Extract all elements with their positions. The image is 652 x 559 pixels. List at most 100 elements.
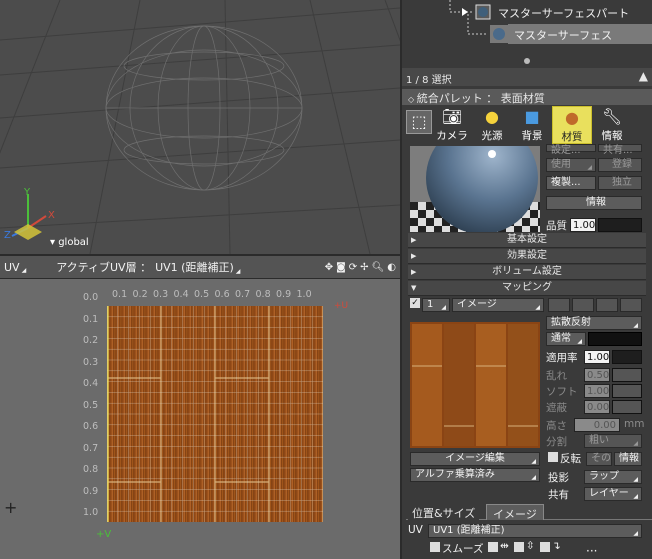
color-swatch[interactable] [588, 332, 642, 346]
tab-image[interactable]: イメージ [486, 504, 544, 521]
tab-light[interactable]: ● 光源 [472, 106, 512, 144]
register-button[interactable]: 登録 [598, 158, 642, 172]
divide-label: 分割 [546, 436, 567, 448]
flip-horizontal-icon: ⇹ [500, 540, 509, 552]
uv-layer-dropdown[interactable]: UV1 (距離補正) [428, 524, 642, 540]
divide-dropdown[interactable]: 粗い [584, 434, 642, 450]
section-volume[interactable]: ボリューム設定 [408, 265, 646, 280]
rotate-tool-icon[interactable]: ⟳ [349, 262, 357, 273]
section-effect[interactable]: 効果設定 [408, 249, 646, 264]
tab-position-size[interactable]: 位置&サイズ [408, 504, 480, 520]
quality-field[interactable]: 1.00 [570, 218, 596, 232]
disorder-field[interactable]: 0.50 [584, 368, 610, 382]
mapping-enabled-checkbox[interactable]: ✓ [410, 298, 420, 308]
uv-toolbar: ✥ ◙ ⟳ ✢ 🔍︎ ◐ [325, 262, 400, 273]
settings-button[interactable]: 設定... [546, 144, 596, 156]
share-label: 共有 [548, 489, 569, 501]
resize-handle-icon[interactable] [524, 58, 530, 64]
mapping-info-button[interactable]: 情報 [614, 452, 642, 466]
u-tick-label: 0.2 [132, 289, 148, 300]
sphere-wireframe [105, 25, 303, 191]
rotate-checkbox[interactable] [540, 542, 550, 552]
crosshair-icon: + [4, 498, 18, 517]
section-basic[interactable]: 基本設定 [408, 233, 646, 248]
tab-background[interactable]: ■ 背景 [512, 106, 552, 144]
scene-tree: マスターサーフェスパート マスターサーフェス [402, 0, 652, 66]
active-uv-layer-dropdown[interactable]: UV1 (距離補正) [151, 259, 244, 275]
share-dropdown[interactable]: レイヤー [584, 487, 642, 503]
rate-slider[interactable] [612, 350, 642, 364]
blend-mode-dropdown[interactable]: 通常 [546, 332, 586, 348]
info-button[interactable]: 情報 [546, 196, 642, 210]
rate-field[interactable]: 1.00 [584, 350, 610, 364]
flip-checkbox[interactable] [548, 452, 558, 462]
soft-field[interactable]: 1.00 [584, 384, 610, 398]
uv-menu[interactable]: UV [0, 261, 30, 274]
uv-label: UV [408, 524, 423, 536]
flip-vertical-icon: ⇳ [526, 540, 535, 552]
zoom-tool-icon[interactable]: 🔍︎ [372, 262, 385, 273]
cursor-icon: ⬚ [406, 110, 432, 134]
mapping-delete-button[interactable] [620, 298, 642, 312]
selection-count: 1 / 8 選択 [406, 75, 452, 86]
mapping-subtabs: 位置&サイズ イメージ [406, 504, 652, 521]
move-tool-icon[interactable]: ✥ [325, 262, 333, 273]
mapping-layer-dropdown[interactable]: 1 [422, 298, 450, 314]
pan-tool-icon[interactable]: ✢ [360, 262, 368, 273]
display-toggle-icon[interactable]: ◐ [387, 262, 396, 273]
smooth-label: スムーズ [442, 543, 484, 555]
edit-image-button[interactable]: イメージ編集 [410, 452, 540, 468]
tree-item-master-surface[interactable]: マスターサーフェス [508, 24, 652, 44]
alpha-mode-dropdown[interactable]: アルファ乗算済み [410, 468, 540, 484]
share-button[interactable]: 共有... [598, 144, 642, 156]
shield-label: 遮蔽 [546, 402, 567, 414]
light-icon: ● [485, 107, 499, 126]
tab-select[interactable]: ⬚ [406, 106, 432, 144]
active-uv-layer-label: アクティブUV層 ： [56, 261, 152, 274]
soft-label: ソフト [546, 386, 578, 398]
u-direction-label: +U [334, 301, 349, 311]
mapping-copy-button[interactable] [596, 298, 618, 312]
more-options-icon[interactable]: ··· [586, 544, 597, 558]
v-tick-label: 0.8 [83, 464, 99, 475]
section-mapping[interactable]: マッピング [408, 281, 646, 296]
projection-dropdown[interactable]: ラップ [584, 470, 642, 486]
v-tick-label: 0.2 [83, 335, 99, 346]
diamond-icon: ◇ [408, 95, 417, 104]
coordinate-mode-dropdown[interactable]: ▾ global [50, 237, 89, 248]
use-dropdown[interactable]: 使用 [546, 158, 596, 174]
mapping-up-button[interactable] [548, 298, 570, 312]
flip-option-button[interactable]: その [586, 452, 612, 466]
tree-item-surface-part[interactable]: マスターサーフェスパート [498, 5, 629, 21]
collapse-arrow-icon[interactable]: ▲ [639, 69, 648, 83]
quality-label: 品質 [546, 220, 567, 232]
smooth-checkbox[interactable] [430, 542, 440, 552]
shield-slider[interactable] [612, 400, 642, 414]
duplicate-button[interactable]: 複製... [546, 176, 596, 190]
mapping-down-button[interactable] [572, 298, 594, 312]
quality-slider[interactable] [598, 218, 642, 232]
mapping-channel-dropdown[interactable]: 拡散反射 [546, 316, 642, 332]
tab-material[interactable]: ● 材質 [552, 106, 592, 144]
disorder-slider[interactable] [612, 368, 642, 382]
flip-vertical-checkbox[interactable] [514, 542, 524, 552]
u-tick-label: 0.3 [153, 289, 169, 300]
soft-slider[interactable] [612, 384, 642, 398]
v-tick-label: 0.1 [83, 313, 99, 325]
v-tick-label: 1.0 [83, 507, 99, 518]
flip-horizontal-checkbox[interactable] [488, 542, 498, 552]
shield-field[interactable]: 0.00 [584, 400, 610, 414]
coordinate-mode-label: global [58, 237, 89, 248]
uv-editor[interactable]: 0.1 0.2 0.3 0.4 0.5 0.6 0.7 0.8 0.9 1.0 0.0 0.1 0.2… [0, 279, 400, 559]
height-field[interactable]: 0.00 [574, 418, 620, 432]
axis-z-label: Z [4, 230, 11, 241]
axis-x-label: X [48, 210, 55, 221]
tab-info[interactable]: 🔧︎ 情報 [592, 106, 632, 144]
independent-button[interactable]: 独立 [598, 176, 642, 190]
camera-tool-icon[interactable]: ◙ [336, 262, 346, 273]
tab-camera[interactable]: 📷︎ カメラ [432, 106, 472, 144]
u-tick-label: 0.8 [255, 289, 271, 300]
mapping-type-dropdown[interactable]: イメージ [452, 298, 544, 314]
v-tick-label: 0.3 [83, 356, 99, 368]
3d-viewport[interactable]: Y X Z ▾ global [0, 0, 400, 254]
